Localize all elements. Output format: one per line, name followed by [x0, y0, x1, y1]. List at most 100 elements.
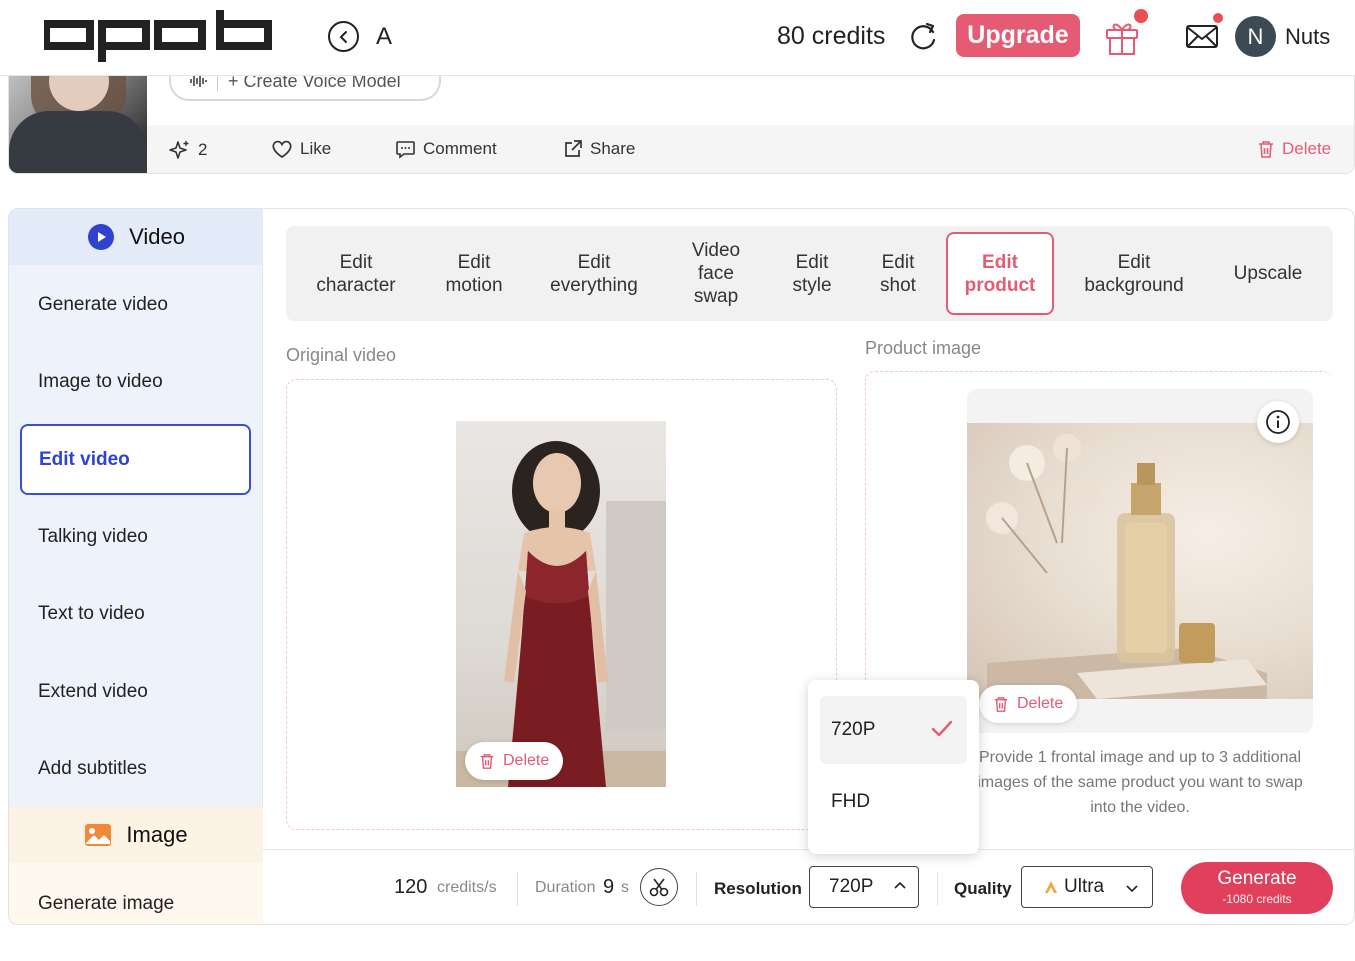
tab-edit-style[interactable]: Edit style [766, 226, 858, 321]
chevron-down-icon [1126, 885, 1138, 893]
ultra-quality-icon [1045, 881, 1057, 893]
generate-cost: -1080 credits [1222, 892, 1292, 906]
thumbnail-jacket [9, 111, 147, 173]
product-image-label: Product image [865, 338, 982, 358]
tab-edit-everything[interactable]: Edit everything [522, 226, 666, 321]
credits-balance: 80 credits [777, 22, 886, 50]
sidebar-item-image-to-video[interactable]: Image to video [38, 371, 163, 393]
product-image-preview[interactable] [967, 423, 1313, 699]
refresh-icon[interactable] [906, 20, 940, 54]
original-video-thumbnail[interactable] [456, 421, 666, 787]
video-frame-illustration [456, 441, 666, 787]
like-button[interactable]: Like [271, 139, 331, 159]
post-thumbnail[interactable] [9, 61, 147, 173]
sidebar-item-generate-video[interactable]: Generate video [38, 294, 168, 316]
post-actions-bar: 2 Like Comment Share Delete [147, 125, 1354, 173]
divider [517, 872, 518, 906]
play-circle-icon [88, 224, 115, 250]
product-info-button[interactable] [1257, 401, 1299, 443]
info-icon [1266, 410, 1290, 434]
duration-unit: s [621, 879, 629, 896]
user-name[interactable]: Nuts [1285, 24, 1330, 50]
product-image-delete-label: Delete [1017, 695, 1064, 712]
upgrade-button[interactable]: Upgrade [956, 14, 1080, 57]
tool-sidebar: Video Generate video Image to video Edit… [9, 209, 263, 924]
sidebar-item-talking-video[interactable]: Talking video [38, 526, 148, 548]
divider [937, 872, 938, 906]
sidebar-image-list: Generate image [9, 863, 263, 924]
checkmark-icon [931, 720, 953, 737]
product-image-card: Delete [967, 389, 1313, 733]
resolution-option-fhd[interactable]: FHD [820, 768, 967, 836]
sidebar-item-add-subtitles[interactable]: Add subtitles [38, 758, 147, 780]
resolution-select[interactable]: 720P [809, 866, 919, 908]
sparkle-count: 2 [198, 140, 208, 159]
trash-icon [1259, 140, 1273, 158]
gift-icon[interactable] [1104, 16, 1140, 56]
comment-button[interactable]: Comment [395, 139, 497, 159]
post-delete-label: Delete [1282, 139, 1332, 158]
share-icon [565, 140, 582, 157]
chevron-up-icon [894, 881, 906, 889]
trash-icon [480, 753, 494, 769]
product-photo-illustration [986, 434, 1267, 699]
back-button[interactable] [328, 21, 359, 52]
generate-button[interactable]: Generate -1080 credits [1181, 862, 1333, 914]
generate-label: Generate [1217, 868, 1297, 889]
project-title: A [376, 23, 393, 50]
image-icon [85, 824, 112, 846]
mail-notification-dot [1213, 13, 1223, 23]
sidebar-item-extend-video[interactable]: Extend video [38, 681, 148, 703]
brand-logo[interactable] [44, 10, 276, 62]
tab-edit-background[interactable]: Edit background [1062, 226, 1206, 321]
trim-button[interactable] [640, 868, 678, 906]
tab-upscale[interactable]: Upscale [1206, 226, 1330, 321]
post-delete-button[interactable]: Delete [1257, 139, 1331, 159]
heart-icon [272, 140, 292, 159]
tab-video-face-swap[interactable]: Video face swap [666, 226, 766, 321]
original-video-delete-button[interactable]: Delete [465, 742, 564, 780]
trash-icon [994, 696, 1008, 712]
resolution-label: Resolution [714, 879, 802, 898]
tab-edit-motion[interactable]: Edit motion [426, 226, 522, 321]
resolution-option-label: FHD [831, 791, 871, 812]
duration-value: 9 [603, 876, 615, 898]
share-label: Share [590, 139, 636, 158]
credit-rate-value: 120 [394, 876, 428, 898]
credit-rate-unit: credits/s [437, 879, 497, 896]
quality-select-value: Ultra [1064, 876, 1105, 897]
sidebar-item-generate-image[interactable]: Generate image [38, 893, 174, 915]
edit-mode-tabs: Edit character Edit motion Edit everythi… [286, 226, 1333, 321]
resolution-dropdown: 720P FHD [808, 680, 979, 854]
product-image-delete-button[interactable]: Delete [979, 685, 1078, 723]
mail-icon[interactable] [1185, 22, 1219, 50]
sparkle-count-button[interactable]: 2 [169, 139, 207, 161]
resolution-option-label: 720P [831, 719, 876, 740]
tab-edit-product[interactable]: Edit product [946, 232, 1054, 315]
resolution-select-value: 720P [829, 876, 874, 897]
quality-label: Quality [954, 879, 1012, 898]
quality-select[interactable]: Ultra [1021, 866, 1153, 908]
tab-edit-character[interactable]: Edit character [286, 226, 426, 321]
share-button[interactable]: Share [563, 139, 635, 159]
original-video-delete-label: Delete [503, 752, 550, 769]
like-label: Like [300, 139, 332, 158]
divider [696, 872, 697, 906]
editor-panel: Video Generate video Image to video Edit… [8, 208, 1355, 925]
user-avatar[interactable]: N [1235, 16, 1276, 57]
scissors-icon [649, 878, 669, 897]
comment-icon [396, 141, 415, 159]
resolution-option-720p[interactable]: 720P [820, 696, 967, 764]
sparkle-icon [169, 141, 189, 159]
generation-settings-bar: 120 credits/s Duration 9 s Resolution 72… [263, 849, 1354, 924]
original-video-label: Original video [286, 345, 397, 365]
sidebar-image-title: Image [126, 822, 188, 847]
tab-edit-shot[interactable]: Edit shot [858, 226, 938, 321]
sidebar-video-header[interactable]: Video [9, 209, 263, 265]
sidebar-item-text-to-video[interactable]: Text to video [38, 603, 145, 625]
sidebar-item-edit-video[interactable]: Edit video [20, 424, 251, 495]
app-root: A 80 credits Upgrade N Nuts + Create Voi… [0, 0, 1355, 961]
product-image-hint: Provide 1 frontal image and up to 3 addi… [977, 749, 1303, 816]
chevron-left-icon [339, 30, 347, 43]
sidebar-image-header[interactable]: Image [9, 807, 263, 863]
